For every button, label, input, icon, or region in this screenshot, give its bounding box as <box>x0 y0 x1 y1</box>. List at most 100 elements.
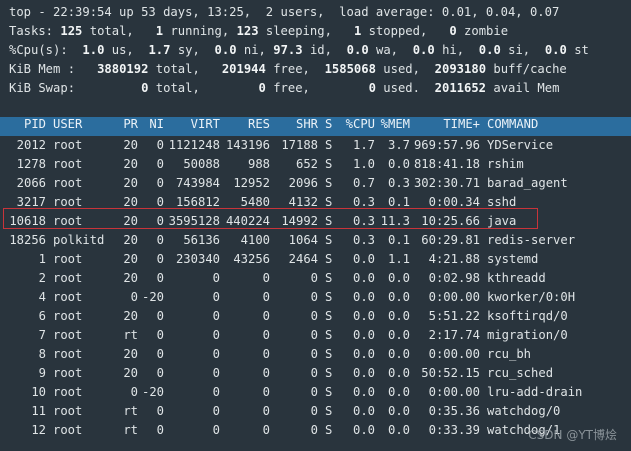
tasks-total-label: total, <box>89 24 134 38</box>
cpu-wa-label: wa, <box>376 43 399 57</box>
table-row[interactable]: 6 root 20 0 0 0 0 S 0.0 0.0 5:51.22 ksoftirqd/0 <box>0 307 631 326</box>
cell-mem: 0.0 <box>387 290 410 304</box>
cell-shr: 17188 <box>281 138 318 152</box>
cell-time: 0:02.98 <box>428 271 480 285</box>
cell-pr: rt <box>123 404 138 418</box>
cell-mem: 0.0 <box>387 423 410 437</box>
cell-res: 0 <box>262 404 270 418</box>
terminal-window[interactable]: top - 22:39:54 up 53 days, 13:25, 2 user… <box>0 0 631 451</box>
tasks-running-label: running, <box>170 24 230 38</box>
col-ni: NI <box>149 117 164 131</box>
cell-mem: 0.0 <box>387 309 410 323</box>
table-row[interactable]: 2012 root 20 0 1121248 143196 17188 S 1.7 3.7 969:… <box>0 136 631 155</box>
cell-command: redis-server <box>487 233 576 247</box>
tasks-stopped-label: stopped, <box>368 24 428 38</box>
cell-virt: 50088 <box>183 157 220 171</box>
cpu-st-label: st <box>574 43 589 57</box>
table-row[interactable]: 10 root 0 -20 0 0 0 S 0.0 0.0 0:00.00 lru-add-drain <box>0 383 631 402</box>
cell-virt: 0 <box>212 271 220 285</box>
cell-pr: 20 <box>123 176 138 190</box>
mem-used: 1585068 <box>324 62 376 76</box>
cell-shr: 0 <box>310 290 318 304</box>
cell-pr: 20 <box>123 347 138 361</box>
cell-command: systemd <box>487 252 539 266</box>
cell-state: S <box>325 328 333 342</box>
cell-res: 0 <box>262 309 270 323</box>
col-virt: VIRT <box>190 117 220 131</box>
cell-pr: 20 <box>123 138 138 152</box>
cell-pr: 20 <box>123 309 138 323</box>
cell-time: 0:33.39 <box>428 423 480 437</box>
cell-cpu: 0.0 <box>352 366 375 380</box>
cpu-hi: 0.0 <box>412 43 435 57</box>
table-row[interactable]: 2 root 20 0 0 0 0 S 0.0 0.0 0:02.98 kthreadd <box>0 269 631 288</box>
col-time: TIME+ <box>443 117 480 131</box>
cell-time: 60:29.81 <box>421 233 480 247</box>
cell-shr: 0 <box>310 309 318 323</box>
cell-pr: 0 <box>130 290 138 304</box>
table-row[interactable]: 9 root 20 0 0 0 0 S 0.0 0.0 50:52.15 rcu_sched <box>0 364 631 383</box>
cpu-label: %Cpu(s): <box>9 43 68 57</box>
cell-virt: 0 <box>212 366 220 380</box>
swap-line: KiB Swap: 0 total, 0 free, 0 used. 20116… <box>9 79 559 98</box>
cell-user: root <box>53 176 83 190</box>
cell-state: S <box>325 290 333 304</box>
cell-state: S <box>325 366 333 380</box>
mem-label: KiB Mem : <box>9 62 76 76</box>
cpu-wa: 0.0 <box>346 43 369 57</box>
cell-user: root <box>53 423 83 437</box>
cpu-id: 97.3 <box>273 43 303 57</box>
table-row[interactable]: 18256 polkitd 20 0 56136 4100 1064 S 0.3 0.1 60:29… <box>0 231 631 250</box>
table-row[interactable]: 7 root rt 0 0 0 0 S 0.0 0.0 2:17.74 migration/0 <box>0 326 631 345</box>
cell-command: migration/0 <box>487 328 568 342</box>
cell-user: polkitd <box>53 233 105 247</box>
mem-total-label: total, <box>155 62 200 76</box>
cell-cpu: 1.7 <box>352 138 375 152</box>
cell-state: S <box>325 309 333 323</box>
cell-pid: 2012 <box>16 138 46 152</box>
cell-virt: 1121248 <box>168 138 220 152</box>
cell-ni: 0 <box>156 138 164 152</box>
tasks-label: Tasks: <box>9 24 54 38</box>
cell-ni: 0 <box>156 423 164 437</box>
cell-cpu: 0.0 <box>352 290 375 304</box>
table-row[interactable]: 11 root rt 0 0 0 0 S 0.0 0.0 0:35.36 watchdog/0 <box>0 402 631 421</box>
table-row[interactable]: 1 root 20 0 230340 43256 2464 S 0.0 1.1 4:21.88 sys… <box>0 250 631 269</box>
cell-res: 0 <box>262 328 270 342</box>
cell-shr: 0 <box>310 423 318 437</box>
swap-used: 0 <box>368 81 376 95</box>
tasks-zombie: 0 <box>449 24 457 38</box>
mem-free: 201944 <box>221 62 266 76</box>
cell-cpu: 0.0 <box>352 423 375 437</box>
cell-time: 50:52.15 <box>421 366 480 380</box>
cell-pid: 1278 <box>16 157 46 171</box>
cell-command: ksoftirqd/0 <box>487 309 568 323</box>
cell-cpu: 0.0 <box>352 271 375 285</box>
cell-state: S <box>325 176 333 190</box>
cell-pid: 8 <box>38 347 46 361</box>
table-row[interactable]: 2066 root 20 0 743984 12952 2096 S 0.7 0.3 302:30.… <box>0 174 631 193</box>
cell-time: 302:30.71 <box>413 176 480 190</box>
col-res: RES <box>247 117 270 131</box>
swap-avail: 2011652 <box>434 81 487 95</box>
cell-res: 0 <box>262 385 270 399</box>
cpu-sy: 1.7 <box>148 43 171 57</box>
cell-command: rshim <box>487 157 524 171</box>
cpu-id-label: id, <box>309 43 332 57</box>
cell-command: watchdog/0 <box>487 404 561 418</box>
cell-ni: 0 <box>156 328 164 342</box>
table-row[interactable]: 4 root 0 -20 0 0 0 S 0.0 0.0 0:00.00 kworker/0:0H <box>0 288 631 307</box>
cell-user: root <box>53 271 83 285</box>
col-user: USER <box>53 117 83 131</box>
tasks-stopped: 1 <box>353 24 362 38</box>
cell-pr: rt <box>123 328 138 342</box>
cell-pr: 20 <box>123 157 138 171</box>
cell-cpu: 0.3 <box>352 233 375 247</box>
table-row[interactable]: 1278 root 20 0 50088 988 652 S 1.0 0.0 818:41.18 rs… <box>0 155 631 174</box>
col-pr: PR <box>123 117 138 131</box>
cell-cpu: 1.0 <box>352 157 375 171</box>
cell-user: root <box>53 366 83 380</box>
cell-state: S <box>325 157 333 171</box>
cell-user: root <box>53 309 83 323</box>
table-row[interactable]: 8 root 20 0 0 0 0 S 0.0 0.0 0:00.00 rcu_bh <box>0 345 631 364</box>
